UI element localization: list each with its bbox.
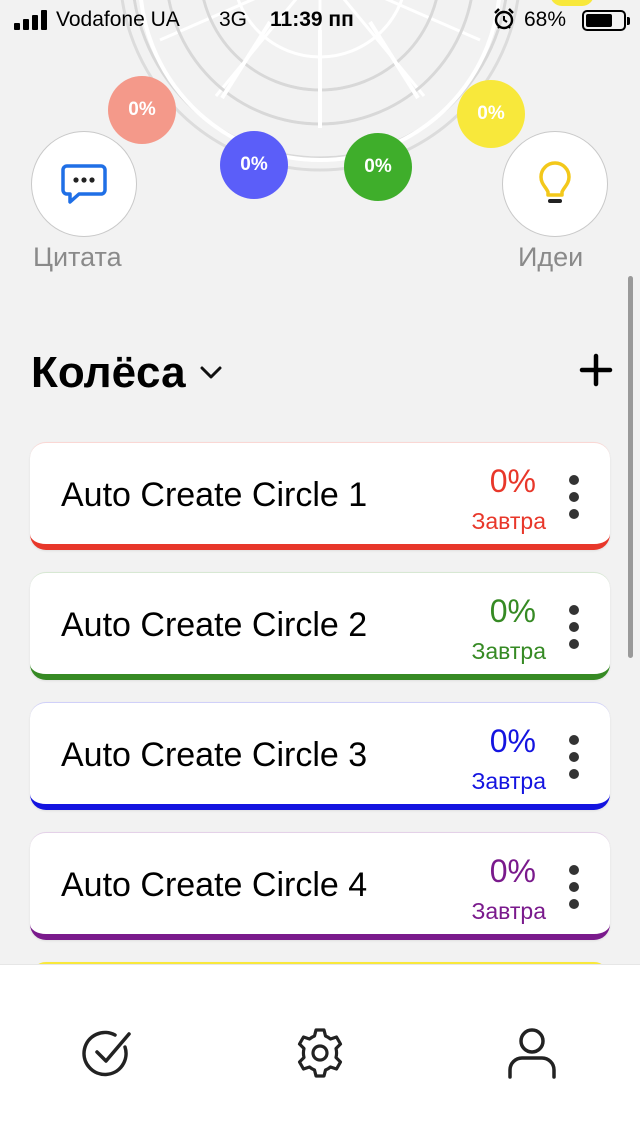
more-options-icon[interactable] [564, 475, 584, 519]
wheel-due-date: Завтра [471, 508, 546, 534]
more-options-icon[interactable] [564, 865, 584, 909]
ideas-button[interactable] [502, 131, 608, 237]
check-circle-icon[interactable] [79, 1025, 135, 1081]
signal-bars-icon [14, 10, 48, 30]
wheel-due-date: Завтра [471, 768, 546, 794]
wheel-card[interactable]: Auto Create Circle 4 0% Завтра [30, 832, 610, 940]
wheel-due-date: Завтра [471, 638, 546, 664]
wheel-percent: 0% [489, 853, 536, 889]
message-dots-icon [61, 164, 107, 204]
wheel-card[interactable]: Auto Create Circle 3 0% Завтра [30, 702, 610, 810]
more-options-icon[interactable] [564, 735, 584, 779]
quote-button[interactable] [31, 131, 137, 237]
more-options-icon[interactable] [564, 605, 584, 649]
segment-percent: 0% [364, 156, 392, 177]
wheels-section-dropdown[interactable]: Колёса [31, 348, 222, 398]
segment-percent: 0% [477, 103, 505, 124]
segment-percent: 0% [128, 99, 156, 120]
quote-label: Цитата [33, 242, 122, 272]
user-icon[interactable] [504, 1025, 560, 1081]
lightbulb-icon [539, 161, 571, 203]
section-title: Колёса [31, 348, 186, 397]
chevron-down-icon [200, 366, 222, 379]
bottom-navigation [0, 964, 640, 1136]
add-wheel-button[interactable] [578, 352, 614, 388]
wheel-percent: 0% [489, 593, 536, 629]
battery-icon [582, 10, 630, 31]
carrier-name: Vodafone UA [56, 8, 180, 31]
battery-percent: 68% [524, 8, 567, 31]
wheel-name: Auto Create Circle 4 [61, 866, 368, 904]
wheel-name: Auto Create Circle 2 [61, 606, 368, 644]
wheel-percent: 0% [489, 723, 536, 759]
clock: 11:39 пп [270, 8, 354, 31]
wheel-segment-bubble[interactable]: 0% [344, 133, 412, 201]
wheel-card[interactable]: Auto Create Circle 1 0% Завтра [30, 442, 610, 550]
status-bar: Vodafone UA 3G 11:39 пп 68% [0, 0, 640, 40]
scrollbar[interactable] [628, 276, 633, 658]
wheel-name: Auto Create Circle 1 [61, 476, 368, 514]
network-type: 3G [219, 8, 248, 31]
ideas-label: Идеи [518, 242, 584, 272]
alarm-clock-icon [494, 8, 514, 30]
wheel-segment-bubble[interactable]: 0% [457, 80, 525, 148]
gear-icon[interactable] [292, 1025, 348, 1081]
wheel-percent: 0% [489, 463, 536, 499]
wheel-segment-bubble[interactable]: 0% [108, 76, 176, 144]
wheel-segment-bubble[interactable]: 0% [220, 131, 288, 199]
wheel-card[interactable]: Auto Create Circle 2 0% Завтра [30, 572, 610, 680]
segment-percent: 0% [240, 154, 268, 175]
wheel-due-date: Завтра [471, 898, 546, 924]
wheel-name: Auto Create Circle 3 [61, 736, 368, 774]
